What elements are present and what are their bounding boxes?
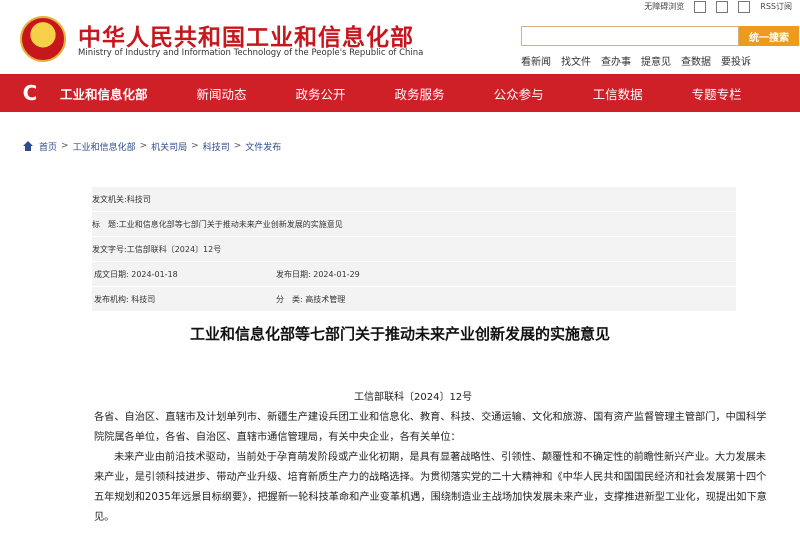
site-header: 中华人民共和国工业和信息化部 Ministry of Industry and … [0,0,800,74]
meta-cell-agency: 发布机构: 科技司 [92,294,274,305]
breadcrumb: 首页 > 工业和信息化部 > 机关司局 > 科技司 > 文件发布 [22,134,800,158]
meta-value-written: 2024-01-18 [131,269,178,279]
meta-label-docno: 发文字号: [92,244,127,254]
breadcrumb-separator: > [233,141,242,151]
meta-value-title: 工业和信息化部等七部门关于推动未来产业创新发展的实施意见 [118,219,343,229]
mail-icon[interactable] [738,0,751,13]
search-button[interactable]: 统一搜索 [739,26,799,46]
breadcrumb-technology[interactable]: 科技司 [203,140,230,153]
nav-item-data[interactable]: 工信数据 [593,84,643,103]
quick-link-services[interactable]: 查办事 [601,53,631,68]
meta-cell-written: 成文日期: 2024-01-18 [92,269,274,280]
article-paragraph-intro: 未来产业由前沿技术驱动，当前处于孕育萌发阶段或产业化初期，是具有显著战略性、引领… [94,452,767,523]
main-nav: C 工业和信息化部 新闻动态 政务公开 政务服务 公众参与 工信数据 专题专栏 [0,74,800,112]
weibo-icon[interactable] [694,0,707,13]
article-paragraph-addressees: 各省、自治区、直辖市及计划单列市、新疆生产建设兵团工业和信息化、教育、科技、交通… [94,412,767,443]
meta-row-dates: 成文日期: 2024-01-18 发布日期: 2024-01-29 [92,262,736,287]
article-body: 各省、自治区、直辖市及计划单列市、新疆生产建设兵团工业和信息化、教育、科技、交通… [94,408,772,528]
quick-link-complaint[interactable]: 要投诉 [721,53,751,68]
breadcrumb-home[interactable]: 首页 [39,140,57,153]
meta-label-category: 分 类: [276,294,303,304]
top-utility-bar: 无障碍浏览 RSS订阅 [644,0,792,13]
home-icon[interactable] [22,140,34,152]
meta-value-docno: 工信部联科〔2024〕12号 [126,244,222,254]
nav-item-home[interactable]: 工业和信息化部 [60,84,148,103]
site-title[interactable]: 中华人民共和国工业和信息化部 [78,18,414,52]
rss-link[interactable]: RSS订阅 [760,1,792,12]
meta-cell-category: 分 类: 高技术管理 [274,294,456,305]
meta-label-issuer: 发文机关: [92,194,127,204]
breadcrumb-separator: > [139,141,148,151]
breadcrumb-separator: > [191,141,199,151]
mobile-icon[interactable] [716,0,729,13]
search-input[interactable] [521,26,739,46]
meta-value-issuer: 科技司 [126,194,151,204]
meta-label-title: 标 题: [92,219,119,229]
nav-item-news[interactable]: 新闻动态 [197,84,247,103]
article-title: 工业和信息化部等七部门关于推动未来产业创新发展的实施意见 [189,325,610,343]
meta-row-title: 标 题: 工业和信息化部等七部门关于推动未来产业创新发展的实施意见 [92,212,736,237]
breadcrumb-separator: > [61,141,69,151]
meta-cell-published: 发布日期: 2024-01-29 [274,269,456,280]
meta-value-published: 2024-01-29 [313,269,360,279]
quick-link-files[interactable]: 找文件 [561,53,591,68]
meta-row-issuer: 发文机关: 科技司 [92,187,736,212]
meta-value-agency: 科技司 [131,294,156,304]
accessibility-link[interactable]: 无障碍浏览 [644,1,684,12]
national-emblem-icon [20,16,66,62]
quick-link-data[interactable]: 查数据 [681,53,711,68]
nav-item-special[interactable]: 专题专栏 [692,84,742,103]
meta-value-category: 高技术管理 [305,294,346,304]
quick-links: 看新闻 找文件 查办事 提意见 查数据 要投诉 [521,53,751,68]
quick-link-feedback[interactable]: 提意见 [641,53,671,68]
site-subtitle: Ministry of Industry and Information Tec… [78,48,424,58]
document-metadata: 发文机关: 科技司 标 题: 工业和信息化部等七部门关于推动未来产业创新发展的实… [92,187,736,312]
meta-label-published: 发布日期: [276,269,311,279]
breadcrumb-documents[interactable]: 文件发布 [245,140,281,153]
meta-row-agency: 发布机构: 科技司 分 类: 高技术管理 [92,287,736,312]
meta-row-docno: 发文字号: 工信部联科〔2024〕12号 [92,237,736,262]
meta-label-written: 成文日期: [94,269,129,279]
nav-item-participation[interactable]: 公众参与 [494,84,544,103]
brand-mark-icon[interactable]: C [0,81,60,105]
breadcrumb-departments[interactable]: 机关司局 [151,140,187,153]
quick-link-news[interactable]: 看新闻 [521,53,551,68]
article-doc-number: 工信部联科〔2024〕12号 [354,392,473,403]
search-box: 统一搜索 [521,26,799,46]
meta-label-agency: 发布机构: [94,294,129,304]
nav-item-services[interactable]: 政务服务 [395,84,445,103]
nav-item-disclosure[interactable]: 政务公开 [296,84,346,103]
breadcrumb-ministry[interactable]: 工业和信息化部 [73,140,136,153]
